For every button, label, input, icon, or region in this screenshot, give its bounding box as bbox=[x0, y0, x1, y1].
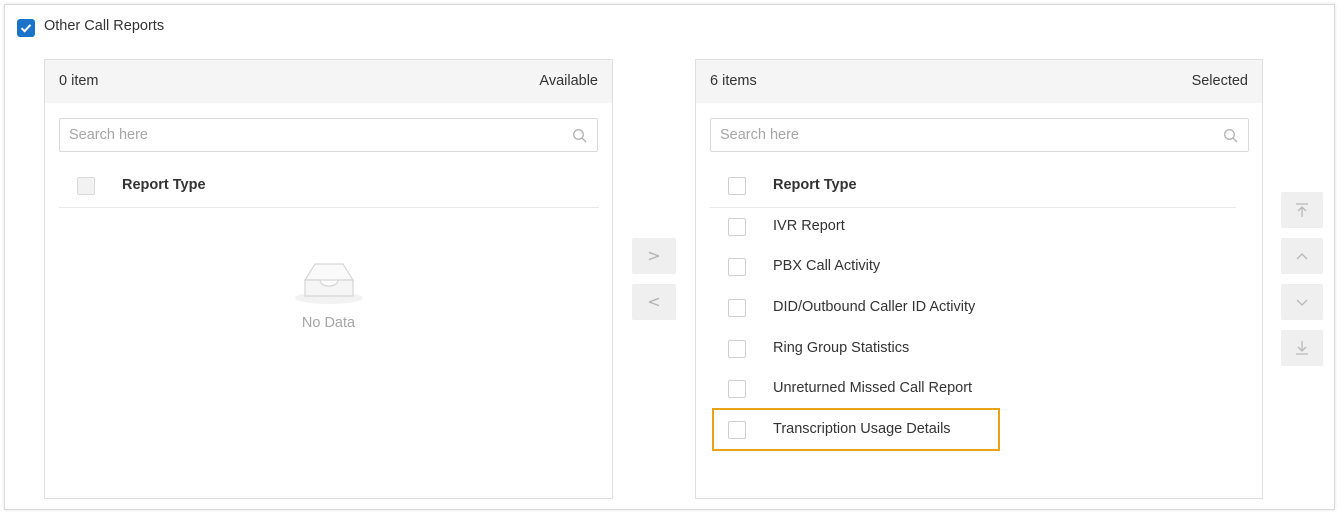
move-up-icon bbox=[1296, 253, 1308, 260]
list-item[interactable]: DID/Outbound Caller ID Activity bbox=[710, 289, 1236, 329]
chevron-left-icon: < bbox=[647, 292, 661, 311]
selected-select-all-checkbox[interactable] bbox=[728, 177, 746, 195]
move-left-button[interactable]: < bbox=[632, 284, 676, 320]
selected-search-input[interactable] bbox=[711, 119, 1248, 151]
list-item-checkbox[interactable] bbox=[728, 218, 746, 236]
move-down-button[interactable] bbox=[1281, 284, 1323, 320]
move-up-button[interactable] bbox=[1281, 238, 1323, 274]
list-item-checkbox[interactable] bbox=[728, 421, 746, 439]
selected-column-header: Report Type bbox=[773, 177, 857, 193]
list-item-label: IVR Report bbox=[773, 218, 845, 234]
list-item-label: Unreturned Missed Call Report bbox=[773, 380, 973, 396]
available-search-input[interactable] bbox=[60, 119, 597, 151]
move-to-top-button[interactable] bbox=[1281, 192, 1323, 228]
list-item-checkbox[interactable] bbox=[728, 380, 746, 398]
list-item-checkbox[interactable] bbox=[728, 258, 746, 276]
search-icon[interactable] bbox=[572, 128, 588, 144]
empty-tray-icon bbox=[295, 263, 363, 304]
empty-state: No Data bbox=[45, 256, 612, 336]
list-item[interactable]: PBX Call Activity bbox=[710, 248, 1236, 288]
list-item-label: PBX Call Activity bbox=[773, 258, 881, 274]
selected-panel: 6 items Selected Report Type IVR Report … bbox=[695, 59, 1263, 499]
selected-search[interactable] bbox=[710, 118, 1249, 152]
available-search[interactable] bbox=[59, 118, 598, 152]
available-count: 0 item bbox=[59, 73, 99, 89]
list-item-label: DID/Outbound Caller ID Activity bbox=[773, 299, 976, 315]
selected-table-header: Report Type bbox=[710, 172, 1236, 208]
list-item-checkbox[interactable] bbox=[728, 299, 746, 317]
list-item[interactable]: Unreturned Missed Call Report bbox=[710, 370, 1236, 410]
no-data-text: No Data bbox=[301, 315, 356, 331]
available-select-all-checkbox[interactable] bbox=[77, 177, 95, 195]
other-call-reports-label[interactable]: Other Call Reports bbox=[44, 18, 164, 34]
move-right-button[interactable]: > bbox=[632, 238, 676, 274]
selected-title: Selected bbox=[1191, 73, 1248, 89]
available-panel-header: 0 item Available bbox=[45, 60, 612, 103]
other-call-reports-checkbox[interactable] bbox=[17, 19, 35, 37]
available-column-header: Report Type bbox=[122, 177, 206, 193]
move-to-bottom-icon bbox=[1296, 341, 1308, 355]
selected-count: 6 items bbox=[710, 73, 757, 89]
chevron-right-icon: > bbox=[647, 246, 661, 265]
move-down-icon bbox=[1296, 299, 1308, 306]
list-item[interactable]: Transcription Usage Details bbox=[710, 411, 1236, 451]
move-to-top-icon bbox=[1296, 203, 1308, 217]
move-to-bottom-button[interactable] bbox=[1281, 330, 1323, 366]
list-item-label: Ring Group Statistics bbox=[773, 340, 910, 356]
selected-panel-header: 6 items Selected bbox=[696, 60, 1262, 103]
available-panel: 0 item Available Report Type No Data bbox=[44, 59, 613, 499]
available-table-header: Report Type bbox=[59, 172, 599, 208]
available-title: Available bbox=[539, 73, 598, 89]
list-item-checkbox[interactable] bbox=[728, 340, 746, 358]
checkmark-icon bbox=[20, 24, 32, 33]
list-item[interactable]: Ring Group Statistics bbox=[710, 330, 1236, 370]
list-item-label: Transcription Usage Details bbox=[773, 421, 951, 437]
list-item[interactable]: IVR Report bbox=[710, 208, 1236, 248]
search-icon[interactable] bbox=[1223, 128, 1239, 144]
